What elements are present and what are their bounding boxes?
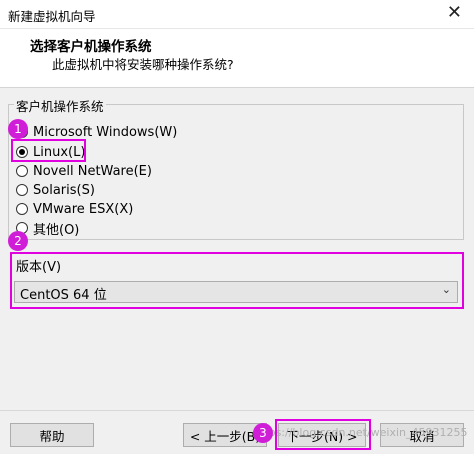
annotation-badge-1: 1 bbox=[8, 119, 28, 139]
radio-label: Novell NetWare(E) bbox=[33, 163, 152, 179]
page-title: 选择客户机操作系统 bbox=[30, 39, 152, 55]
page-subtitle: 此虚拟机中将安装哪种操作系统? bbox=[52, 57, 234, 72]
annotation-badge-3: 3 bbox=[253, 423, 273, 443]
radio-label: VMware ESX(X) bbox=[33, 201, 134, 217]
highlight-box-linux bbox=[11, 139, 86, 162]
help-button[interactable]: 帮助 bbox=[10, 423, 94, 447]
highlight-box-version bbox=[10, 252, 464, 309]
radio-vmware-esx[interactable]: VMware ESX(X) bbox=[16, 200, 133, 218]
radio-label: Microsoft Windows(W) bbox=[33, 124, 178, 140]
radio-netware[interactable]: Novell NetWare(E) bbox=[16, 162, 152, 180]
cancel-button[interactable]: 取消 bbox=[380, 423, 464, 447]
close-icon[interactable]: ✕ bbox=[447, 3, 462, 23]
radio-solaris[interactable]: Solaris(S) bbox=[16, 181, 95, 199]
highlight-box-next bbox=[275, 419, 371, 450]
window-title: 新建虚拟机向导 bbox=[8, 9, 96, 24]
wizard-header: 选择客户机操作系统 此虚拟机中将安装哪种操作系统? bbox=[0, 29, 474, 88]
radio-button-icon[interactable] bbox=[16, 165, 28, 177]
annotation-badge-2: 2 bbox=[8, 231, 28, 251]
radio-button-icon[interactable] bbox=[16, 184, 28, 196]
radio-label: Solaris(S) bbox=[33, 182, 95, 198]
footer-divider bbox=[0, 410, 474, 411]
title-bar: 新建虚拟机向导 ✕ bbox=[0, 0, 474, 29]
guest-os-group-label: 客户机操作系统 bbox=[14, 96, 106, 115]
radio-button-icon[interactable] bbox=[16, 203, 28, 215]
radio-label: 其他(O) bbox=[33, 222, 80, 238]
